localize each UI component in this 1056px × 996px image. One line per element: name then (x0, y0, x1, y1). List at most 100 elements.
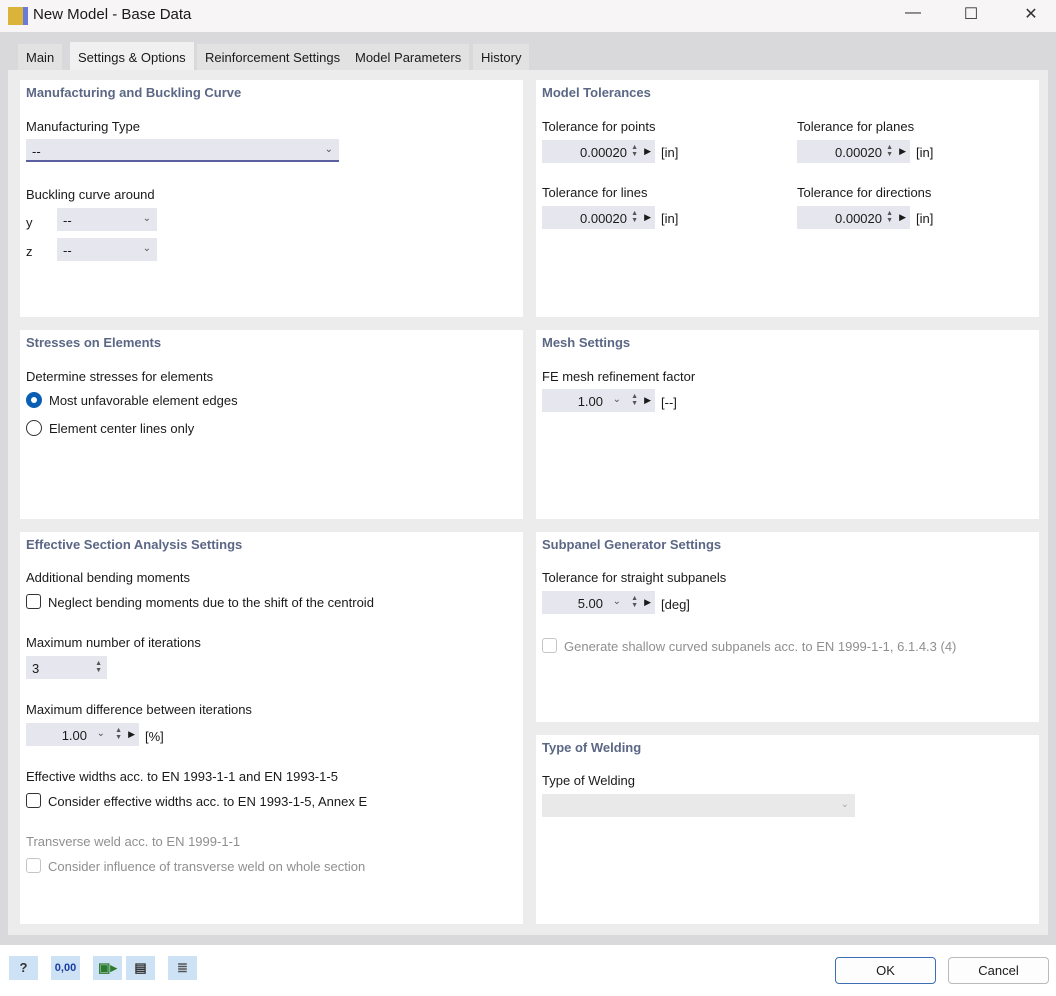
bending-moments-label: Additional bending moments (26, 570, 191, 585)
radio-center-lines[interactable] (26, 420, 42, 436)
spinner-icon[interactable]: ▲ ▼ (631, 595, 638, 609)
tab-model-parameters[interactable]: Model Parameters (347, 44, 470, 70)
unit-label: [deg] (661, 597, 690, 612)
effective-widths-label: Effective widths acc. to EN 1993-1-1 and… (26, 769, 338, 784)
effective-section-panel: Effective Section Analysis Settings Addi… (20, 532, 523, 924)
tab-reinforcement-settings[interactable]: Reinforcement Settings (197, 44, 349, 70)
input-value: 0.00020 (580, 145, 627, 160)
max-iterations-label: Maximum number of iterations (26, 635, 201, 650)
chevron-down-icon: ⌄ (142, 213, 151, 224)
chevron-down-icon[interactable]: ⌄ (97, 728, 105, 739)
model-tolerances-panel: Model Tolerances Tolerance for points 0.… (536, 80, 1039, 317)
unit-label: [%] (145, 729, 164, 744)
buckling-curve-label: Buckling curve around (26, 187, 155, 202)
buckling-z-dropdown[interactable]: -- ⌄ (57, 238, 157, 261)
neglect-bending-checkbox[interactable] (26, 594, 41, 609)
tolerance-lines-input[interactable]: 0.00020 ▲ ▼ ▶ (542, 206, 655, 229)
load-data-icon[interactable]: ▣▸ (93, 956, 122, 980)
chevron-down-icon[interactable]: ⌄ (613, 394, 621, 405)
mesh-settings-panel: Mesh Settings FE mesh refinement factor … (536, 330, 1039, 519)
input-value: 1.00 (61, 728, 87, 743)
arrow-right-icon[interactable]: ▶ (644, 597, 651, 608)
unit-label: [in] (916, 145, 934, 160)
minimize-button[interactable]: — (898, 4, 928, 26)
transverse-weld-label: Transverse weld acc. to EN 1999-1-1 (26, 834, 241, 849)
help-icon[interactable]: ? (9, 956, 38, 980)
subpanel-generator-panel: Subpanel Generator Settings Tolerance fo… (536, 532, 1039, 722)
arrow-right-icon[interactable]: ▶ (899, 146, 906, 157)
input-value: 1.00 (577, 394, 603, 409)
z-label: z (26, 244, 33, 259)
dropdown-value: -- (32, 144, 41, 159)
maximize-button[interactable]: ☐ (956, 4, 986, 26)
option-label[interactable]: Element center lines only (49, 421, 194, 436)
close-button[interactable]: ✕ (1016, 4, 1046, 26)
option-label[interactable]: Most unfavorable element edges (49, 393, 238, 408)
unit-label: [--] (661, 395, 677, 410)
radio-most-unfavorable[interactable] (26, 392, 42, 408)
arrow-right-icon[interactable]: ▶ (644, 146, 651, 157)
units-icon[interactable]: 0,00 (51, 956, 80, 980)
unit-label: [in] (916, 211, 934, 226)
arrow-right-icon[interactable]: ▶ (644, 212, 651, 223)
manufacturing-type-label: Manufacturing Type (26, 119, 140, 134)
section-heading: Model Tolerances (542, 85, 651, 100)
tab-history[interactable]: History (473, 44, 530, 70)
tolerance-points-input[interactable]: 0.00020 ▲ ▼ ▶ (542, 140, 655, 163)
transverse-weld-checkbox[interactable] (26, 858, 41, 873)
spinner-icon[interactable]: ▲ ▼ (886, 210, 893, 224)
arrow-right-icon[interactable]: ▶ (128, 729, 135, 740)
arrow-right-icon[interactable]: ▶ (899, 212, 906, 223)
max-iterations-input[interactable]: 3 ▲ ▼ (26, 656, 107, 679)
section-heading: Stresses on Elements (26, 335, 162, 350)
tab-settings-options[interactable]: Settings & Options (70, 42, 194, 70)
chevron-down-icon[interactable]: ⌄ (613, 596, 621, 607)
checkbox-label[interactable]: Consider influence of transverse weld on… (48, 859, 365, 874)
shallow-curved-checkbox[interactable] (542, 638, 557, 653)
app-logo-icon (8, 7, 28, 25)
dropdown-value: -- (63, 243, 72, 258)
manufacturing-panel: Manufacturing and Buckling Curve Manufac… (20, 80, 523, 317)
tolerance-directions-label: Tolerance for directions (797, 185, 932, 200)
checkbox-label[interactable]: Consider effective widths acc. to EN 199… (48, 794, 367, 809)
spinner-icon[interactable]: ▲ ▼ (115, 727, 122, 741)
spinner-icon[interactable]: ▲ ▼ (631, 393, 638, 407)
checkbox-label[interactable]: Neglect bending moments due to the shift… (48, 595, 374, 610)
chevron-down-icon: ⌄ (142, 243, 151, 254)
checkbox-label[interactable]: Generate shallow curved subpanels acc. t… (564, 639, 956, 654)
straight-subpanels-input[interactable]: 5.00 ⌄ ▲ ▼ ▶ (542, 591, 655, 614)
cancel-button[interactable]: Cancel (948, 957, 1049, 984)
mesh-refinement-input[interactable]: 1.00 ⌄ ▲ ▼ ▶ (542, 389, 655, 412)
spinner-icon[interactable]: ▲ ▼ (95, 660, 102, 674)
input-value: 5.00 (577, 596, 603, 611)
section-heading: Type of Welding (542, 740, 642, 755)
tolerance-planes-input[interactable]: 0.00020 ▲ ▼ ▶ (797, 140, 910, 163)
database-report-icon[interactable]: ≣ (168, 956, 197, 980)
unit-label: [in] (661, 145, 679, 160)
effective-widths-checkbox[interactable] (26, 793, 41, 808)
chevron-down-icon: ⌄ (324, 144, 333, 155)
buckling-y-dropdown[interactable]: -- ⌄ (57, 208, 157, 231)
input-value: 3 (32, 661, 40, 676)
window-title: New Model - Base Data (33, 6, 192, 23)
manufacturing-type-dropdown[interactable]: -- ⌄ (26, 139, 339, 162)
welding-type-dropdown[interactable]: ⌄ (542, 794, 855, 817)
title-bar: New Model - Base Data — ☐ ✕ (0, 0, 1056, 32)
section-heading: Manufacturing and Buckling Curve (26, 85, 242, 100)
unit-label: [in] (661, 211, 679, 226)
input-value: 0.00020 (835, 145, 882, 160)
spinner-icon[interactable]: ▲ ▼ (631, 210, 638, 224)
arrow-right-icon[interactable]: ▶ (644, 395, 651, 406)
spinner-icon[interactable]: ▲ ▼ (631, 144, 638, 158)
spinner-icon[interactable]: ▲ ▼ (886, 144, 893, 158)
tolerance-points-label: Tolerance for points (542, 119, 656, 134)
tab-main[interactable]: Main (18, 44, 63, 70)
ok-button[interactable]: OK (835, 957, 936, 984)
max-difference-input[interactable]: 1.00 ⌄ ▲ ▼ ▶ (26, 723, 139, 746)
tolerance-directions-input[interactable]: 0.00020 ▲ ▼ ▶ (797, 206, 910, 229)
welding-panel: Type of Welding Type of Welding ⌄ (536, 735, 1039, 924)
tolerance-planes-label: Tolerance for planes (797, 119, 915, 134)
max-difference-label: Maximum difference between iterations (26, 702, 252, 717)
section-heading: Effective Section Analysis Settings (26, 537, 243, 552)
save-data-icon[interactable]: ▤ (126, 956, 155, 980)
